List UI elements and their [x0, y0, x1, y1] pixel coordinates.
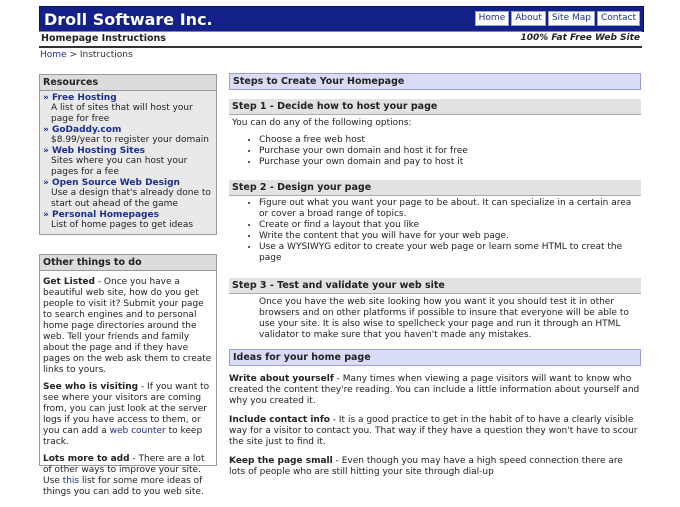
chevron-right-icon: »: [43, 146, 49, 156]
nav-sitemap-link[interactable]: Site Map: [547, 11, 595, 26]
other-things-heading: Other things to do: [40, 255, 216, 271]
ideas-heading: Ideas for your home page: [229, 349, 641, 366]
resources-box: Resources » Free Hosting A list of sites…: [39, 74, 217, 235]
list-item: Purchase your own domain and host it for…: [259, 146, 641, 157]
step2-list: Figure out what you want your page to be…: [229, 198, 641, 264]
site-header: Droll Software Inc. Home About Site Map …: [39, 6, 644, 32]
idea-keep-page-small: Keep the page small - Even though you ma…: [229, 456, 623, 477]
idea-write-about-yourself: Write about yourself - Many times when v…: [229, 374, 640, 406]
step2-heading: Step 2 - Design your page: [229, 180, 641, 196]
resource-description: List of home pages to get ideas: [51, 220, 194, 230]
other-things-box: Other things to do Get Listed - Once you…: [39, 254, 217, 497]
resource-link-personal-homepages[interactable]: Personal Homepages: [52, 210, 159, 220]
main-content: Steps to Create Your Homepage Step 1 - D…: [229, 73, 641, 478]
list-item: Create or find a layout that you like: [259, 220, 641, 231]
lots-more-paragraph: Lots more to add - There are a lot of ot…: [43, 454, 205, 497]
chevron-right-icon: »: [43, 125, 49, 135]
tagline: 100% Fat Free Web Site: [520, 33, 640, 43]
this-list-link[interactable]: this: [63, 476, 79, 486]
nav-about-link[interactable]: About: [511, 11, 546, 26]
idea-include-contact-info: Include contact info - It is a good prac…: [229, 415, 638, 447]
breadcrumb: Home > Instructions: [40, 50, 133, 60]
step3-heading: Step 3 - Test and validate your web site: [229, 278, 641, 294]
sub-header-bar: Homepage Instructions 100% Fat Free Web …: [39, 31, 642, 48]
step3-text: Once you have the web site looking how y…: [259, 297, 629, 340]
nav-home-link[interactable]: Home: [474, 11, 510, 26]
nav-contact-link[interactable]: Contact: [596, 11, 640, 26]
resource-link-open-source-design[interactable]: Open Source Web Design: [52, 178, 180, 188]
chevron-right-icon: »: [43, 178, 49, 188]
breadcrumb-separator: >: [66, 50, 80, 60]
resource-item: » Free Hosting A list of sites that will…: [43, 93, 213, 125]
resource-description: A list of sites that will host your page…: [51, 103, 193, 124]
list-item: Purchase your own domain and pay to host…: [259, 157, 641, 168]
resource-description: $8.99/year to register your domain: [51, 135, 210, 145]
resource-link-web-hosting[interactable]: Web Hosting Sites: [52, 146, 145, 156]
resource-item: » Web Hosting Sites Sites where you can …: [43, 146, 213, 178]
resources-heading: Resources: [40, 75, 216, 91]
breadcrumb-current: Instructions: [79, 50, 133, 60]
list-item: Write the content that you will have for…: [259, 231, 641, 242]
resource-link-godaddy[interactable]: GoDaddy.com: [52, 125, 121, 135]
page-title: Homepage Instructions: [41, 33, 166, 44]
resource-item: » GoDaddy.com $8.99/year to register you…: [43, 125, 213, 146]
see-who-visiting-paragraph: See who is visiting - If you want to see…: [43, 382, 210, 447]
step1-list: Choose a free web host Purchase your own…: [229, 135, 641, 168]
web-counter-link[interactable]: web counter: [110, 426, 166, 436]
steps-heading: Steps to Create Your Homepage: [229, 73, 641, 90]
breadcrumb-home-link[interactable]: Home: [40, 50, 67, 60]
chevron-right-icon: »: [43, 210, 49, 220]
step1-heading: Step 1 - Decide how to host your page: [229, 99, 641, 115]
resource-item: » Open Source Web Design Use a design th…: [43, 178, 213, 210]
resource-item: » Personal Homepages List of home pages …: [43, 210, 213, 231]
get-listed-paragraph: Get Listed - Once you have a beautiful w…: [43, 277, 212, 375]
resource-link-free-hosting[interactable]: Free Hosting: [52, 93, 117, 103]
list-item: Choose a free web host: [259, 135, 641, 146]
list-item: Use a WYSIWYG editor to create your web …: [259, 242, 641, 264]
resource-description: Sites where you can host your pages for …: [51, 156, 188, 177]
step1-intro: You can do any of the following options:: [232, 118, 412, 128]
top-nav: Home About Site Map Contact: [472, 11, 640, 26]
site-title[interactable]: Droll Software Inc.: [44, 10, 213, 29]
resource-description: Use a design that's already done to star…: [51, 188, 211, 209]
chevron-right-icon: »: [43, 93, 49, 103]
list-item: Figure out what you want your page to be…: [259, 198, 641, 220]
